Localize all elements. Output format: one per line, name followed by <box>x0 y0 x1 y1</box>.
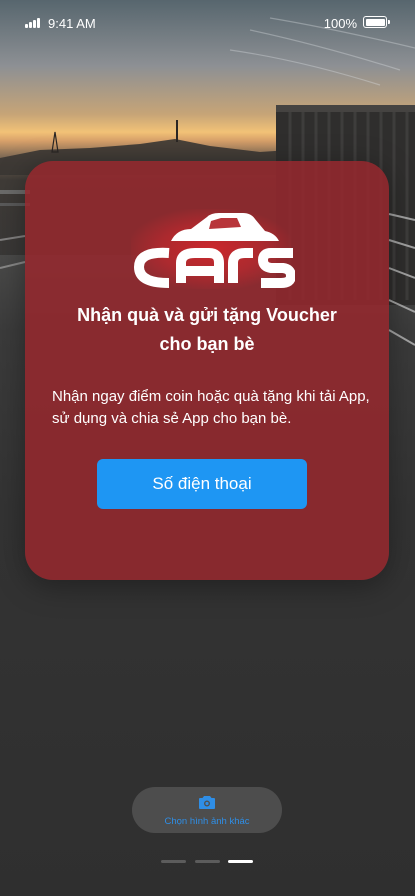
phone-number-button-label: Số điện thoại <box>152 474 252 493</box>
status-bar: 9:41 AM 100% <box>0 0 415 44</box>
promo-card: Nhận quà và gửi tặng Voucher cho bạn bè … <box>25 161 389 580</box>
signal-icon <box>25 17 43 28</box>
status-time: 9:41 AM <box>48 16 96 31</box>
change-background-button[interactable]: Chọn hình ảnh khác <box>132 787 282 833</box>
camera-icon <box>199 796 215 809</box>
battery-percent: 100% <box>323 16 357 31</box>
change-background-label: Chọn hình ảnh khác <box>164 816 250 827</box>
page-dot-active[interactable] <box>228 860 253 863</box>
card-title-line2: cho bạn bè <box>159 334 255 354</box>
page-indicator <box>161 860 253 863</box>
card-description: Nhận ngay điểm coin hoặc quà tặng khi tả… <box>52 388 370 427</box>
page-dot[interactable] <box>161 860 186 863</box>
car-logo-icon <box>133 213 295 288</box>
card-title: Nhận quà và gửi tặng Voucher cho bạn bè <box>45 301 369 359</box>
card-title-line1: Nhận quà và gửi tặng Voucher <box>77 305 337 325</box>
phone-number-button[interactable]: Số điện thoại <box>97 459 307 509</box>
battery-icon <box>363 16 390 28</box>
page-dot[interactable] <box>195 860 220 863</box>
cars-logo <box>125 191 295 301</box>
